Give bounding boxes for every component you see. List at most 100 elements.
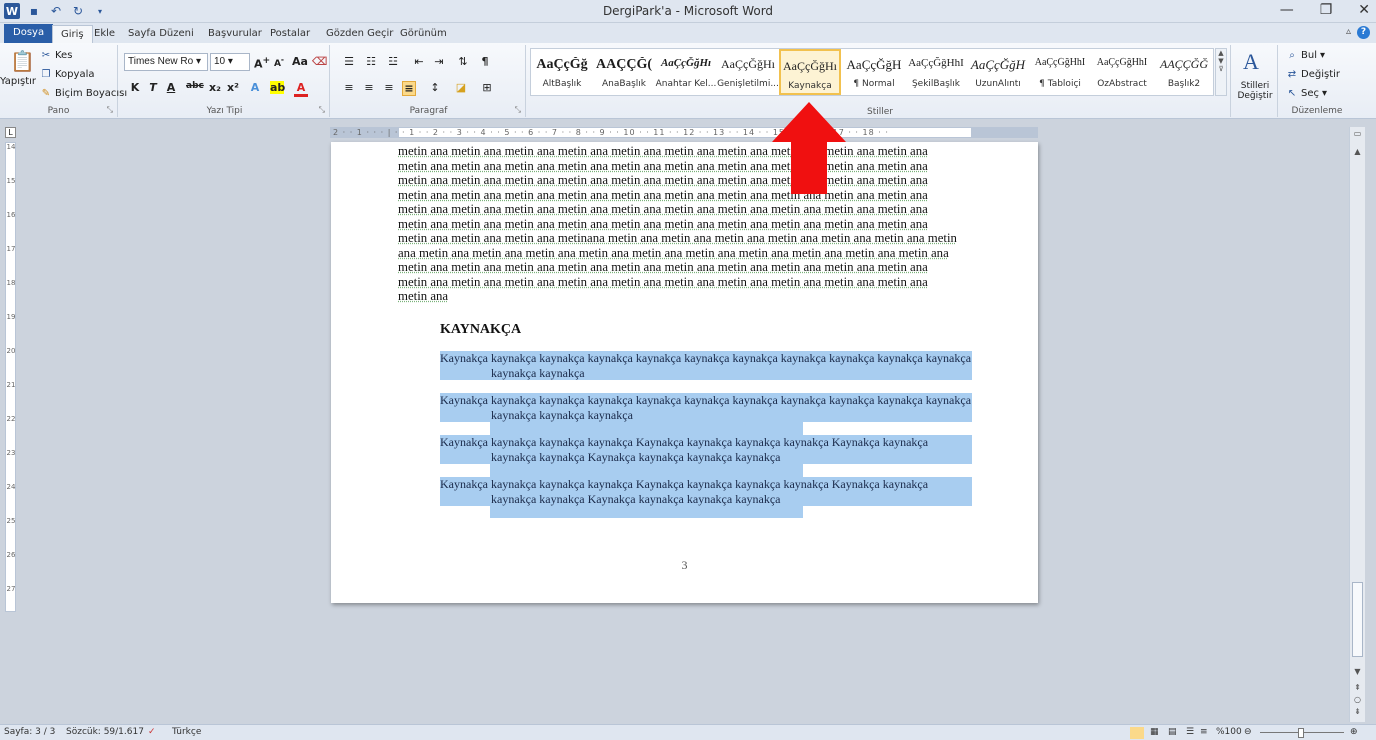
- copy-button[interactable]: ❐ Kopyala: [40, 68, 95, 80]
- scissors-icon: ✂: [41, 49, 51, 61]
- change-case-icon[interactable]: Aa: [292, 55, 308, 68]
- style-tile[interactable]: AaÇçĞğH ¶ Normal: [843, 49, 905, 95]
- text-effects-icon[interactable]: A: [248, 81, 262, 94]
- reference-entry[interactable]: Kaynakça kaynakça kaynakça kaynakça kayn…: [440, 351, 972, 380]
- browse-object-icon[interactable]: ○: [1350, 695, 1365, 704]
- clipboard-launcher-icon[interactable]: ⤡: [107, 105, 113, 115]
- references-list[interactable]: Kaynakça kaynakça kaynakça kaynakça kayn…: [440, 351, 972, 519]
- increase-indent-icon[interactable]: ⇥: [432, 55, 446, 68]
- tab-insert[interactable]: Ekle: [86, 25, 123, 43]
- shading-icon[interactable]: ◪: [454, 81, 468, 94]
- numbering-icon[interactable]: ☷: [364, 55, 378, 68]
- vruler-mark: 16: [6, 211, 16, 219]
- full-screen-icon[interactable]: ▦: [1150, 727, 1159, 737]
- tab-view[interactable]: Görünüm: [392, 25, 455, 43]
- style-tile[interactable]: AaÇçĞğHhI ÖzAbstract: [1091, 49, 1153, 95]
- vertical-ruler[interactable]: 14 15 16 17 18 19 20 21 22 23 24 25 26 2…: [5, 142, 16, 612]
- font-color-icon[interactable]: A: [294, 81, 308, 97]
- vertical-scrollbar[interactable]: ▭ ▲ ▼ ⇞ ○ ⇟: [1349, 127, 1365, 722]
- bullets-icon[interactable]: ☰: [342, 55, 356, 68]
- sort-icon[interactable]: ⇅: [456, 55, 470, 68]
- paste-button[interactable]: 📋 Yapıştır: [0, 49, 36, 87]
- select-button[interactable]: ↖ Seç ▾: [1286, 87, 1327, 99]
- font-launcher-icon[interactable]: ⤡: [319, 105, 325, 115]
- change-styles-button[interactable]: A Stilleri Değiştir: [1230, 45, 1278, 117]
- tab-references[interactable]: Başvurular: [200, 25, 270, 43]
- scrollbar-thumb[interactable]: [1352, 582, 1363, 657]
- tab-selector[interactable]: L: [5, 127, 16, 138]
- style-tile[interactable]: AaÇçĞğHı Anahtar Kel...: [655, 49, 717, 95]
- borders-icon[interactable]: ⊞: [480, 81, 494, 94]
- shrink-font-icon[interactable]: A-: [272, 55, 286, 69]
- previous-page-icon[interactable]: ⇞: [1350, 683, 1365, 692]
- style-tile[interactable]: AaÇçĞğH UzunAlıntı: [967, 49, 1029, 95]
- tab-mailings[interactable]: Postalar: [262, 25, 318, 43]
- tab-page-layout[interactable]: Sayfa Düzeni: [120, 25, 202, 43]
- grow-font-icon[interactable]: A+: [254, 55, 270, 71]
- style-tile[interactable]: AAÇÇĞ(AnaBaşlık: [593, 49, 655, 95]
- font-size-combo[interactable]: 10 ▾: [210, 53, 250, 71]
- scroll-down-arrow[interactable]: ▼: [1350, 667, 1365, 676]
- proofing-icon[interactable]: ✓: [148, 727, 156, 737]
- outline-icon[interactable]: ☰: [1186, 727, 1194, 737]
- web-layout-icon[interactable]: ▤: [1168, 727, 1177, 737]
- format-painter-button[interactable]: ✎ Biçim Boyacısı: [40, 87, 127, 99]
- draft-icon[interactable]: ≡: [1200, 727, 1208, 737]
- maximize-button[interactable]: ❐: [1320, 2, 1333, 18]
- align-center-icon[interactable]: ≡: [362, 81, 376, 94]
- show-marks-icon[interactable]: ¶: [478, 55, 492, 68]
- style-tile[interactable]: AAÇÇĞĞ Başlık2: [1153, 49, 1215, 95]
- print-layout-icon[interactable]: [1130, 727, 1144, 739]
- font-name-combo[interactable]: Times New Ro ▾: [124, 53, 208, 71]
- decrease-indent-icon[interactable]: ⇤: [412, 55, 426, 68]
- help-icon[interactable]: ?: [1357, 26, 1370, 39]
- strikethrough-icon[interactable]: abc: [186, 81, 204, 91]
- multilevel-list-icon[interactable]: ☳: [386, 55, 400, 68]
- clear-format-icon[interactable]: ⌫: [312, 55, 328, 68]
- zoom-in-icon[interactable]: ⊕: [1350, 727, 1358, 737]
- find-button[interactable]: ⌕ Bul ▾: [1286, 49, 1325, 61]
- style-tile[interactable]: AaÇçĞğHı Genişletilmi...: [717, 49, 779, 95]
- paragraph-launcher-icon[interactable]: ⤡: [515, 105, 521, 115]
- style-tile[interactable]: AaÇçĞğHhI ŞekilBaşlık: [905, 49, 967, 95]
- replace-button[interactable]: ⇄ Değiştir: [1286, 68, 1340, 80]
- justify-icon[interactable]: ≡: [402, 81, 416, 96]
- reference-entry[interactable]: Kaynakça kaynakça kaynakça kaynakça Kayn…: [440, 435, 972, 464]
- body-text[interactable]: metin ana metin ana metin ana metin ana …: [398, 144, 972, 304]
- tab-file[interactable]: Dosya: [4, 24, 54, 43]
- style-tile-kaynakca[interactable]: AaÇçĞğHı Kaynakça: [779, 49, 841, 95]
- view-ruler-icon[interactable]: ▭: [1350, 129, 1365, 138]
- subscript-icon[interactable]: x₂: [208, 81, 222, 94]
- bold-icon[interactable]: K: [128, 81, 142, 94]
- close-button[interactable]: ✕: [1358, 2, 1370, 18]
- line-spacing-icon[interactable]: ↕: [428, 81, 442, 94]
- highlight-icon[interactable]: ab: [270, 81, 285, 94]
- page-count[interactable]: Sayfa: 3 / 3: [4, 727, 55, 737]
- reference-entry[interactable]: Kaynakça kaynakça kaynakça kaynakça kayn…: [440, 393, 972, 422]
- collapse-ribbon-icon[interactable]: ▵: [1346, 26, 1351, 39]
- next-page-icon[interactable]: ⇟: [1350, 707, 1365, 716]
- document-page[interactable]: metin ana metin ana metin ana metin ana …: [331, 142, 1038, 603]
- minimize-button[interactable]: —: [1280, 2, 1294, 18]
- style-tile[interactable]: AaÇçĞğ AltBaşlık: [531, 49, 593, 95]
- scroll-up-arrow[interactable]: ▲: [1350, 147, 1365, 156]
- superscript-icon[interactable]: x²: [226, 81, 240, 94]
- styles-gallery-scroll[interactable]: ▲ ▼ ⊽: [1215, 48, 1227, 96]
- align-left-icon[interactable]: ≡: [342, 81, 356, 94]
- word-count[interactable]: Sözcük: 59/1.617: [66, 727, 144, 737]
- group-editing: ⌕ Bul ▾ ⇄ Değiştir ↖ Seç ▾ Düzenleme: [1282, 45, 1352, 117]
- align-right-icon[interactable]: ≡: [382, 81, 396, 94]
- horizontal-ruler[interactable]: 2 · · 1 · · · | · · 1 · · 2 · · 3 · · 4 …: [330, 127, 1038, 138]
- vruler-mark: 21: [6, 381, 16, 389]
- style-tile[interactable]: AaÇçĞğHhI ¶ Tabloiçi: [1029, 49, 1091, 95]
- italic-icon[interactable]: T: [146, 81, 160, 94]
- references-heading[interactable]: KAYNAKÇA: [440, 322, 521, 338]
- tab-review[interactable]: Gözden Geçir: [318, 25, 401, 43]
- zoom-slider-thumb[interactable]: [1298, 728, 1304, 738]
- cut-button[interactable]: ✂ Kes: [40, 49, 73, 61]
- reference-entry[interactable]: Kaynakça kaynakça kaynakça kaynakça Kayn…: [440, 477, 972, 506]
- underline-icon[interactable]: A: [164, 81, 178, 94]
- zoom-out-icon[interactable]: ⊖: [1244, 727, 1252, 737]
- language[interactable]: Türkçe: [172, 727, 201, 737]
- zoom-level[interactable]: %100: [1216, 727, 1242, 737]
